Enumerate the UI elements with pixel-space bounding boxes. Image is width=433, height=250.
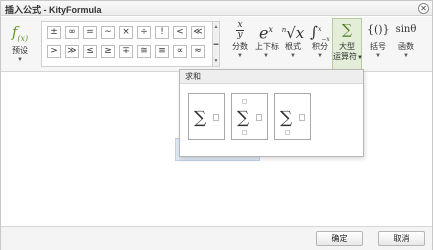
ok-button[interactable]: 确定: [316, 231, 363, 246]
chevron-down-icon: ▼: [375, 53, 381, 59]
symbol-button[interactable]: ≈: [191, 45, 205, 58]
symbol-button[interactable]: ±: [47, 26, 61, 39]
symbol-button[interactable]: ≫: [65, 45, 79, 58]
formula-toolbar: f(x) 预设 ▼ ± ∞ = ∼ × ÷! < ≪ > ≫ ≤ ≥ ∓ ≅ ≡ ∝ ≈ ▲ ▬ ▼ xy 分数…: [1, 17, 432, 72]
chevron-down-icon: ▼: [17, 57, 23, 63]
symbol-button[interactable]: =: [83, 26, 97, 39]
symbol-button[interactable]: ∼: [101, 26, 115, 39]
symbol-button[interactable]: ≪: [191, 26, 205, 39]
window-title: 插入公式 - KityFormula: [5, 5, 102, 15]
upper-limit-box: [242, 99, 247, 104]
symbol-button[interactable]: !: [155, 26, 169, 39]
bracket-button[interactable]: {()} 括号 ▼: [367, 19, 390, 71]
symbol-button[interactable]: >: [47, 45, 61, 58]
function-icon: sinθ: [395, 24, 417, 35]
placeholder-box: [256, 114, 262, 121]
lower-limit-box: [242, 130, 247, 135]
sigma-icon: ∑: [342, 22, 352, 38]
symbol-scrollbar[interactable]: ▲ ▬ ▼: [212, 21, 220, 67]
sum-template-button[interactable]: ∑: [188, 93, 225, 140]
sigma-icon: ∑: [194, 108, 207, 128]
script-button[interactable]: ex 上下标 ▼: [255, 19, 279, 71]
bracket-icon: {()}: [367, 23, 390, 36]
large-operator-label-line2: 运算符: [333, 52, 357, 61]
symbol-button[interactable]: ∓: [119, 45, 133, 58]
placeholder-box: [299, 114, 305, 121]
symbol-button[interactable]: ∞: [65, 26, 79, 39]
lower-limit-box: [285, 130, 290, 135]
radical-icon: n√x: [281, 24, 305, 42]
chevron-down-icon: ▼: [403, 53, 409, 59]
dropdown-section-header: 求和: [180, 70, 363, 84]
symbol-button[interactable]: ∝: [173, 45, 187, 58]
integral-icon: ∫x−x: [310, 23, 330, 43]
sum-limits-template-button[interactable]: ∑: [231, 93, 268, 140]
chevron-down-icon: ▼: [317, 53, 323, 59]
sigma-icon: ∑: [237, 108, 250, 128]
fraction-icon: xy: [236, 20, 244, 40]
fraction-label: 分数: [232, 42, 248, 51]
symbol-button[interactable]: ≅: [137, 45, 151, 58]
symbol-button[interactable]: ÷: [137, 26, 151, 39]
bracket-label: 括号: [370, 42, 386, 51]
chevron-down-icon: ▼: [357, 55, 363, 61]
symbol-button[interactable]: ≡: [155, 45, 169, 58]
fraction-button[interactable]: xy 分数 ▼: [229, 19, 251, 71]
superscript-icon: ex: [259, 23, 273, 43]
cancel-button[interactable]: 取消: [378, 231, 425, 246]
symbol-panel: ± ∞ = ∼ × ÷! < ≪ > ≫ ≤ ≥ ∓ ≅ ≡ ∝ ≈: [41, 21, 213, 67]
integral-button[interactable]: ∫x−x 积分 ▼: [309, 19, 331, 71]
script-label: 上下标: [255, 42, 279, 51]
symbol-button[interactable]: ×: [119, 26, 133, 39]
chevron-down-icon: ▼: [263, 53, 269, 59]
symbol-button[interactable]: <: [173, 26, 187, 39]
function-button[interactable]: sinθ 函数 ▼: [393, 19, 419, 71]
preset-button[interactable]: f(x) 预设 ▼: [5, 19, 35, 71]
function-label: 函数: [398, 42, 414, 51]
sigma-icon: ∑: [280, 108, 293, 128]
large-operator-label-line1: 大型: [339, 42, 355, 51]
large-operator-button[interactable]: ∑ 大型 运算符▼: [332, 18, 363, 71]
scroll-down-icon[interactable]: ▼: [213, 58, 219, 64]
large-operator-dropdown: 求和 ∑ ∑ ∑: [179, 69, 364, 157]
dialog-footer: 确定 取消: [1, 226, 432, 250]
radical-button[interactable]: n√x 根式 ▼: [281, 19, 305, 71]
chevron-down-icon: ▼: [237, 53, 243, 59]
title-bar: 插入公式 - KityFormula ✕: [1, 1, 432, 16]
scroll-up-icon[interactable]: ▲: [213, 24, 219, 30]
scroll-mid-icon[interactable]: ▬: [213, 41, 219, 47]
sum-lower-template-button[interactable]: ∑: [274, 93, 311, 140]
preset-label: 预设: [12, 46, 28, 55]
placeholder-box: [213, 114, 219, 121]
kityformula-dialog: 插入公式 - KityFormula ✕ f(x) 预设 ▼ ± ∞ = ∼ × ÷! < ≪…: [0, 0, 433, 250]
preset-icon: f(x): [11, 23, 29, 43]
integral-label: 积分: [312, 42, 328, 51]
symbol-button[interactable]: ≥: [101, 45, 115, 58]
symbol-button[interactable]: ≤: [83, 45, 97, 58]
radical-label: 根式: [285, 42, 301, 51]
chevron-down-icon: ▼: [290, 53, 296, 59]
close-button[interactable]: ✕: [418, 3, 429, 14]
